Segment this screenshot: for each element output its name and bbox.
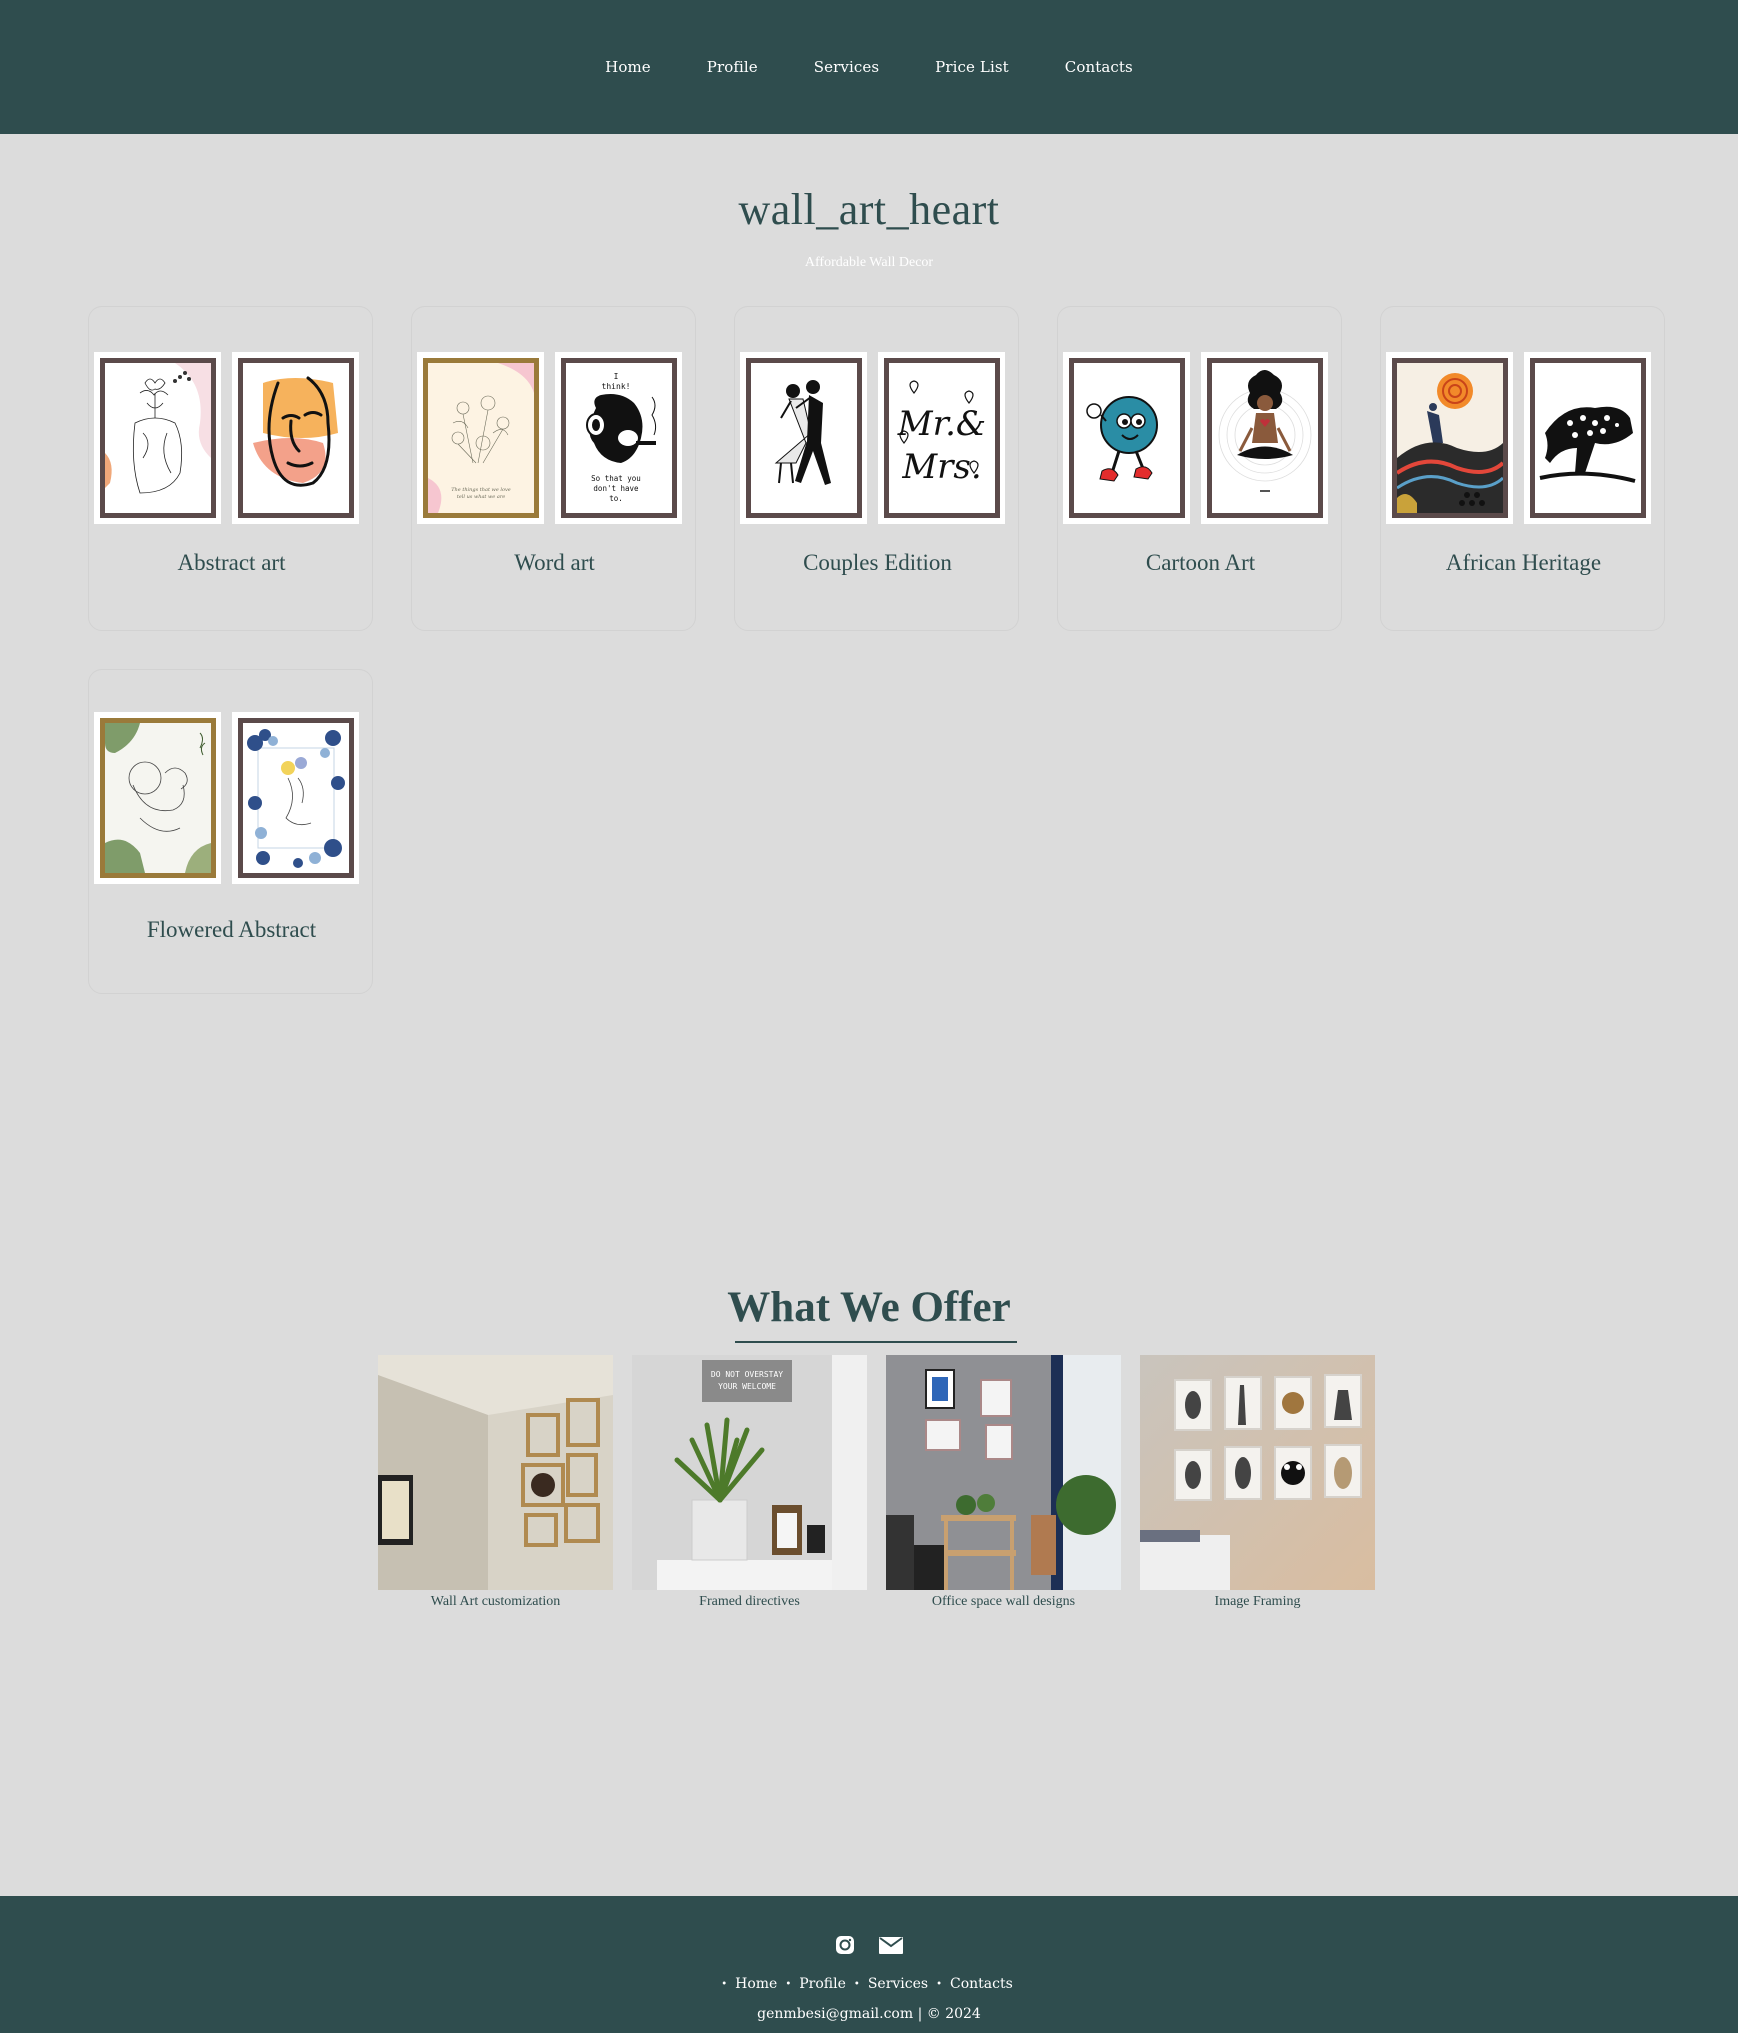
category-label: Couples Edition	[803, 550, 952, 575]
bullet: •	[936, 1979, 942, 1990]
orange-face-artwork	[237, 358, 354, 518]
line-woman-flowers-artwork	[99, 358, 216, 518]
site-subtitle: Affordable Wall Decor	[804, 255, 934, 270]
doormat-text-1: DO NOT OVERSTAY	[711, 1370, 783, 1379]
offer-caption: Image Framing	[1214, 1594, 1301, 1609]
artwork-frame[interactable]	[232, 352, 359, 524]
artwork-frame[interactable]	[1524, 352, 1651, 524]
nav-home[interactable]: Home	[605, 58, 651, 76]
svg-text:So that you: So that you	[591, 474, 641, 483]
nav-services[interactable]: Services	[814, 58, 879, 76]
category-card-word-art[interactable]: The things that we love tell us what we …	[411, 306, 696, 631]
card-artworks	[94, 712, 359, 884]
nav-price-list[interactable]: Price List	[935, 58, 1009, 76]
offer-item-framed-directives[interactable]: DO NOT OVERSTAY YOUR WELCOME Framed dire…	[632, 1355, 867, 1610]
card-artworks	[94, 352, 359, 524]
doormat-text-2: YOUR WELCOME	[718, 1382, 776, 1391]
offer-item-office-space[interactable]: Office space wall designs	[886, 1355, 1121, 1610]
svg-text:tell us what we are: tell us what we are	[456, 494, 504, 500]
category-card-african-heritage[interactable]: African Heritage	[1380, 306, 1665, 631]
monkey-smoking-artwork: I think! So that you don't have to.	[560, 358, 677, 518]
footer-links: • Home • Profile • Services • Contacts	[0, 1976, 1738, 1994]
footer-link-profile[interactable]: Profile	[793, 1976, 852, 1994]
blue-floral-portrait-artwork	[237, 718, 354, 878]
artwork-frame[interactable]	[232, 712, 359, 884]
offer-caption: Wall Art customization	[430, 1594, 561, 1609]
svg-text:Mr.&: Mr.&	[896, 404, 985, 444]
footer: • Home • Profile • Services • Contacts g…	[0, 1896, 1738, 2033]
sun-dancer-artwork	[1391, 358, 1508, 518]
offer-caption: Framed directives	[699, 1594, 800, 1609]
image-framing-photo	[1140, 1355, 1375, 1590]
header-bar: Home Profile Services Price List Contact…	[0, 0, 1738, 134]
dancing-couple-artwork	[745, 358, 862, 518]
bullet: •	[721, 1979, 728, 1990]
artwork-frame[interactable]	[1386, 352, 1513, 524]
category-card-abstract-art[interactable]: Abstract art	[88, 306, 373, 631]
svg-text:The things that we love: The things that we love	[451, 487, 511, 493]
svg-text:think!: think!	[601, 382, 630, 391]
svg-text:to.: to.	[609, 494, 623, 503]
footer-link-contacts[interactable]: Contacts	[944, 1976, 1019, 1994]
footer-link-services[interactable]: Services	[862, 1976, 934, 1994]
mr-and-mrs-artwork: Mr.& Mrs.	[883, 358, 1000, 518]
artwork-frame[interactable]	[740, 352, 867, 524]
artwork-frame[interactable]: Mr.& Mrs.	[878, 352, 1005, 524]
card-artworks	[1386, 352, 1651, 524]
bullet: •	[785, 1979, 792, 1990]
instagram-icon[interactable]	[834, 1934, 856, 1960]
mail-icon[interactable]	[878, 1934, 904, 1960]
card-artworks: Mr.& Mrs.	[740, 352, 1005, 524]
card-artworks: The things that we love tell us what we …	[417, 352, 682, 524]
offer-item-wall-art[interactable]: Wall Art customization	[378, 1355, 613, 1610]
category-label: Cartoon Art	[1145, 550, 1256, 575]
category-label: Abstract art	[177, 550, 286, 575]
meditating-woman-artwork	[1206, 358, 1323, 518]
wall-art-photo	[378, 1355, 613, 1590]
artwork-frame[interactable]: The things that we love tell us what we …	[417, 352, 544, 524]
bullet: •	[853, 1979, 860, 1990]
card-artworks	[1063, 352, 1328, 524]
artwork-frame[interactable]	[94, 352, 221, 524]
category-label: Flowered Abstract	[146, 917, 317, 942]
artwork-frame[interactable]	[1201, 352, 1328, 524]
category-card-flowered-abstract[interactable]: Flowered Abstract	[88, 669, 373, 994]
category-card-couples-edition[interactable]: Mr.& Mrs. Couples Edition	[734, 306, 1019, 631]
category-label: African Heritage	[1445, 550, 1602, 575]
footer-copyright: genmbesi@gmail.com | © 2024	[757, 2006, 981, 2022]
footer-social-icons	[0, 1934, 1738, 1960]
floral-line-text-artwork: The things that we love tell us what we …	[422, 358, 539, 518]
office-space-photo	[886, 1355, 1121, 1590]
blue-globe-character-artwork	[1068, 358, 1185, 518]
offer-title-underline	[735, 1341, 1017, 1343]
svg-text:don't have: don't have	[593, 484, 639, 493]
svg-text:Mrs.: Mrs.	[901, 447, 981, 487]
category-label: Word art	[514, 550, 595, 575]
artwork-frame[interactable]: I think! So that you don't have to.	[555, 352, 682, 524]
leopard-artwork	[1529, 358, 1646, 518]
artwork-frame[interactable]	[94, 712, 221, 884]
site-title: wall_art_heart	[738, 185, 1000, 234]
framed-directives-photo: DO NOT OVERSTAY YOUR WELCOME	[632, 1355, 867, 1590]
artwork-frame[interactable]	[1063, 352, 1190, 524]
footer-link-home[interactable]: Home	[729, 1976, 783, 1994]
offer-item-image-framing[interactable]: Image Framing	[1140, 1355, 1375, 1610]
nav-profile[interactable]: Profile	[707, 58, 758, 76]
offer-section-title: What We Offer	[727, 1284, 1011, 1331]
category-card-cartoon-art[interactable]: Cartoon Art	[1057, 306, 1342, 631]
main-nav: Home Profile Services Price List Contact…	[0, 58, 1738, 76]
green-line-portrait-artwork	[99, 718, 216, 878]
offer-caption: Office space wall designs	[931, 1594, 1076, 1609]
svg-text:I: I	[613, 372, 618, 381]
nav-contacts[interactable]: Contacts	[1065, 58, 1133, 76]
